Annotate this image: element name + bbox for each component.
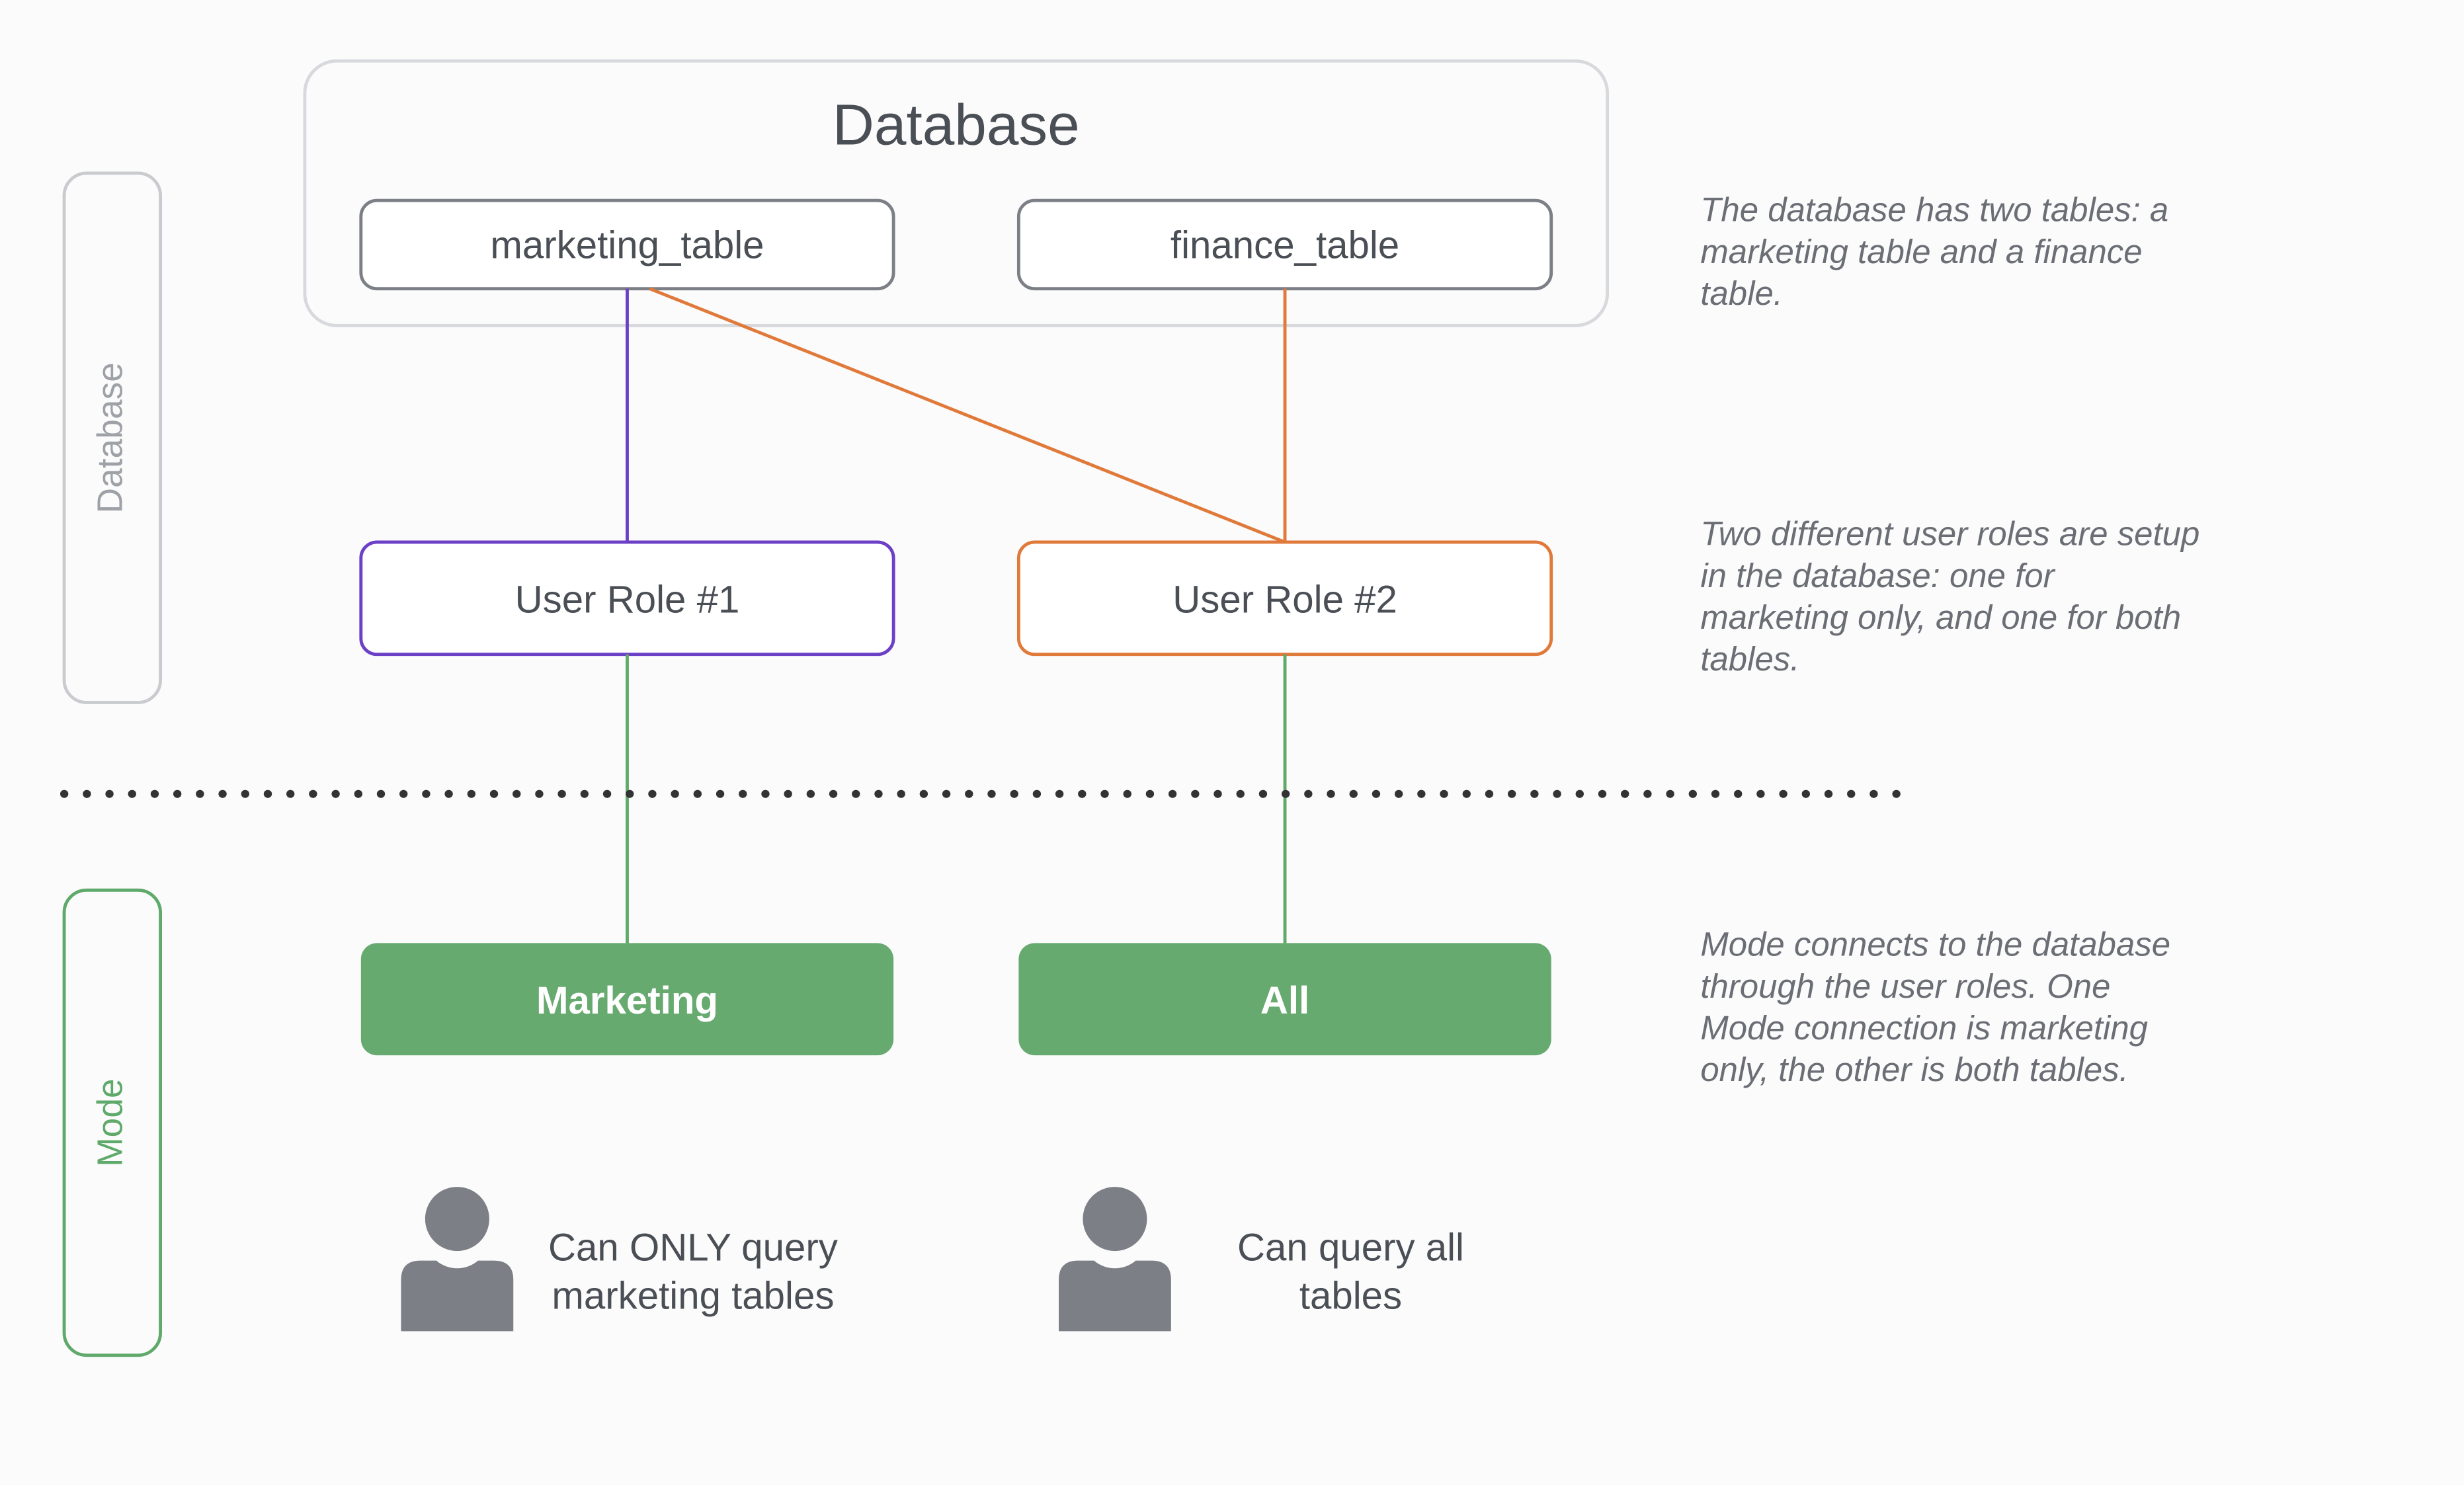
diagram-root: Database Mode Database marketing_table f…	[0, 0, 2464, 1485]
marketing-user-cap-line2: marketing tables	[552, 1274, 834, 1317]
caption-roles-l3: marketing only, and one for both	[1700, 598, 2181, 636]
caption-db-l1: The database has two tables: a	[1700, 191, 2168, 229]
database-title: Database	[833, 92, 1080, 157]
marketing-table-label: marketing_table	[490, 224, 764, 267]
connection-marketing-label: Marketing	[536, 979, 718, 1022]
caption-roles-l2: in the database: one for	[1700, 557, 2055, 594]
caption-mode-l1: Mode connects to the database	[1700, 926, 2170, 963]
user-icon-all	[1059, 1187, 1171, 1331]
connection-all-label: All	[1260, 979, 1309, 1022]
role1-label: User Role #1	[515, 579, 740, 622]
database-section-label: Database	[91, 362, 130, 513]
finance-table-label: finance_table	[1170, 224, 1399, 267]
caption-mode-l3: Mode connection is marketing	[1700, 1009, 2148, 1047]
all-user-cap-line1: Can query all	[1237, 1226, 1464, 1269]
user-icon-marketing	[401, 1187, 513, 1331]
marketing-user-cap-line1: Can ONLY query	[548, 1226, 838, 1269]
caption-mode-l4: only, the other is both tables.	[1700, 1051, 2129, 1088]
caption-db-l2: marketing table and a finance	[1700, 233, 2142, 270]
caption-roles-l4: tables.	[1700, 640, 1799, 678]
role2-label: User Role #2	[1172, 579, 1397, 622]
all-user-cap-line2: tables	[1299, 1274, 1402, 1317]
caption-mode-l2: through the user roles. One	[1700, 967, 2110, 1005]
mode-section-label: Mode	[91, 1078, 130, 1166]
caption-roles-l1: Two different user roles are setup	[1700, 515, 2199, 553]
caption-db-l3: table.	[1700, 274, 1783, 312]
